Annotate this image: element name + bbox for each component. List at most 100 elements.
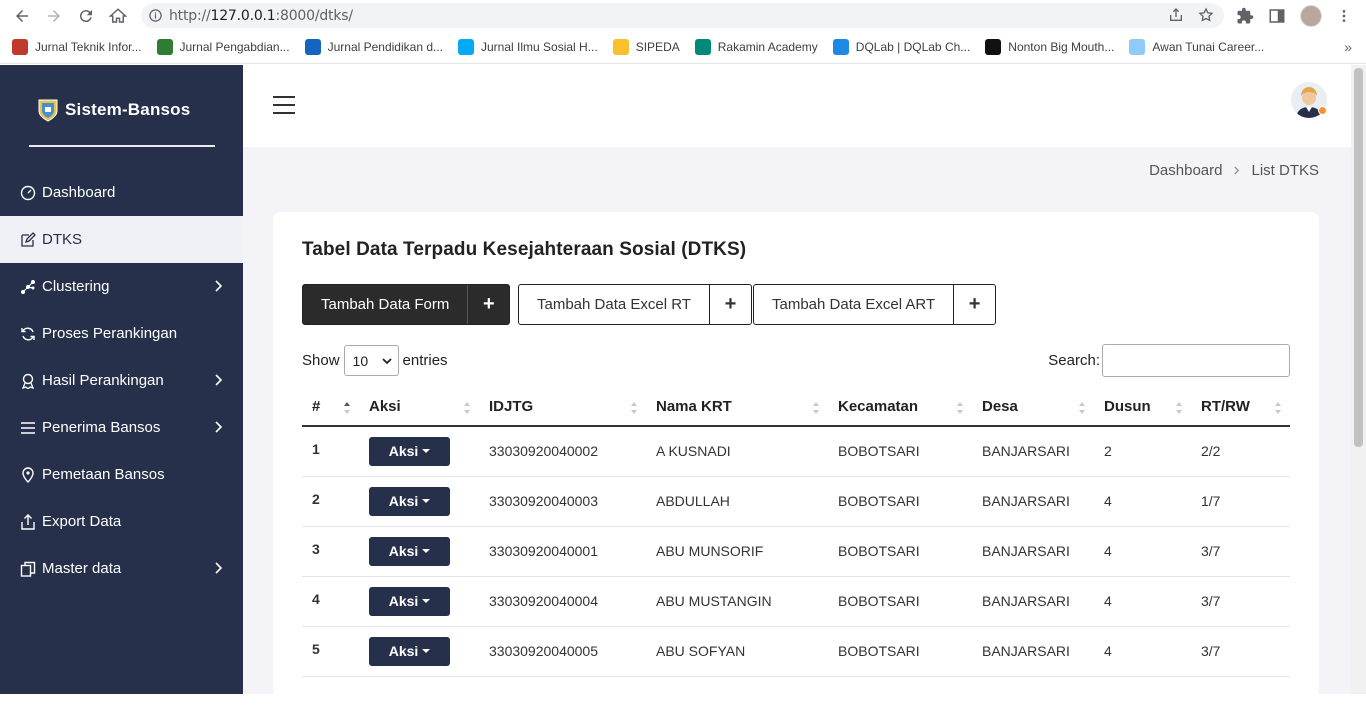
sort-icon[interactable] — [463, 401, 471, 415]
sort-icon[interactable] — [956, 401, 964, 415]
dtks-table: # Aksi IDJTG Nama KRT Kecamatan Desa Dusun RT/R… — [302, 388, 1290, 677]
sort-icon[interactable] — [1078, 401, 1086, 415]
address-bar[interactable]: http://127.0.0.1:8000/dtks/ — [141, 3, 1224, 28]
sidebar-item-clustering[interactable]: Clustering — [0, 263, 243, 310]
scrollbar-thumb[interactable] — [1354, 68, 1363, 447]
column-header[interactable]: Nama KRT — [646, 388, 828, 427]
add-excel-rt-button[interactable]: Tambah Data Excel RT + — [518, 284, 752, 325]
url-text: http://127.0.0.1:8000/dtks/ — [169, 7, 353, 24]
cell-idjtg: 33030920040001 — [479, 526, 646, 577]
sort-icon[interactable] — [1274, 401, 1282, 415]
table-body: 1 Aksi 33030920040002 A KUSNADI BOBOTSARI BAN… — [302, 426, 1290, 677]
aksi-label: Aksi — [388, 443, 419, 460]
caret-down-icon — [422, 649, 431, 653]
bookmark-item[interactable]: Jurnal Teknik Infor... — [12, 39, 142, 55]
aksi-dropdown-button[interactable]: Aksi — [369, 636, 450, 666]
breadcrumb-dashboard[interactable]: Dashboard — [1149, 162, 1222, 179]
home-button[interactable] — [102, 0, 134, 31]
table-row: 2 Aksi 33030920040003 ABDULLAH BOBOTSARI BANJ… — [302, 476, 1290, 527]
bookmark-item[interactable]: Jurnal Ilmu Sosial H... — [458, 39, 598, 55]
forward-button[interactable] — [38, 0, 70, 31]
column-header-label: # — [312, 398, 321, 415]
column-header[interactable]: RT/RW — [1191, 388, 1290, 427]
bookmark-item[interactable]: DQLab | DQLab Ch... — [832, 39, 970, 55]
cell-kecamatan: BOBOTSARI — [828, 476, 972, 527]
cell-dusun: 4 — [1094, 626, 1191, 677]
sidebar-item-label: Master data — [42, 560, 122, 577]
column-header-label: Nama KRT — [656, 398, 732, 415]
bookmark-label: Rakamin Academy — [717, 40, 818, 54]
aksi-dropdown-button[interactable]: Aksi — [369, 536, 450, 566]
bookmark-item[interactable]: SIPEDA — [612, 39, 680, 55]
column-header-label: Dusun — [1104, 398, 1151, 415]
bookmark-label: Jurnal Teknik Infor... — [35, 40, 142, 54]
bookmarks-overflow-icon[interactable]: » — [1344, 39, 1352, 55]
cell-rtrw: 3/7 — [1191, 626, 1290, 677]
star-icon[interactable] — [1198, 7, 1214, 23]
cell-nama: ABU MUSTANGIN — [646, 576, 828, 627]
aksi-dropdown-button[interactable]: Aksi — [369, 486, 450, 516]
aksi-dropdown-button[interactable]: Aksi — [369, 586, 450, 616]
dtks-card: Tabel Data Terpadu Kesejahteraan Sosial … — [273, 212, 1319, 712]
bookmark-item[interactable]: Jurnal Pendidikan d... — [304, 39, 443, 55]
action-cell: Aksi — [359, 576, 479, 627]
home-icon — [109, 7, 127, 23]
cell-kecamatan: BOBOTSARI — [828, 426, 972, 477]
column-header[interactable]: Desa — [972, 388, 1094, 427]
sidebar-item-dtks[interactable]: DTKS — [0, 216, 243, 263]
sidebar-item-dashboard[interactable]: Dashboard — [0, 169, 243, 216]
cell-dusun: 4 — [1094, 576, 1191, 627]
bookmark-item[interactable]: Rakamin Academy — [694, 39, 818, 55]
extensions-icon[interactable] — [1236, 7, 1254, 25]
column-header[interactable]: # — [302, 388, 359, 427]
column-header-label: Aksi — [369, 398, 401, 415]
cell-idjtg: 33030920040004 — [479, 576, 646, 627]
bookmark-label: Jurnal Ilmu Sosial H... — [481, 40, 598, 54]
sort-icon[interactable] — [812, 401, 820, 415]
add-excel-art-button[interactable]: Tambah Data Excel ART + — [753, 284, 997, 325]
brand[interactable]: Sistem-Bansos — [0, 65, 243, 145]
bookmark-label: Jurnal Pengabdian... — [179, 40, 290, 54]
favicon-icon — [612, 39, 629, 55]
reload-button[interactable] — [70, 0, 102, 31]
entries-select[interactable]: 10 — [343, 345, 399, 376]
sidebar-item-export-data[interactable]: Export Data — [0, 498, 243, 545]
cell-idjtg: 33030920040005 — [479, 626, 646, 677]
entries-control: Show 10 entries — [302, 345, 448, 376]
list-icon — [20, 420, 36, 436]
cell-dusun: 2 — [1094, 426, 1191, 477]
search-input[interactable] — [1102, 344, 1290, 377]
back-button[interactable] — [6, 0, 38, 31]
column-header[interactable]: Aksi — [359, 388, 479, 427]
sidebar-item-penerima-bansos[interactable]: Penerima Bansos — [0, 404, 243, 451]
column-header[interactable]: Dusun — [1094, 388, 1191, 427]
cell-desa: BANJARSARI — [972, 576, 1094, 627]
vertical-scrollbar[interactable] — [1351, 65, 1366, 694]
site-info-icon[interactable] — [141, 8, 169, 23]
sort-icon[interactable] — [343, 401, 351, 415]
add-excel-art-label: Tambah Data Excel ART — [772, 296, 936, 313]
sidebar-item-hasil-perankingan[interactable]: Hasil Perankingan — [0, 357, 243, 404]
app: Sistem-Bansos Dashboard DTKS Clustering Pro… — [0, 65, 1366, 712]
caret-down-icon — [422, 549, 431, 553]
column-header[interactable]: Kecamatan — [828, 388, 972, 427]
bookmark-item[interactable]: Nonton Big Mouth... — [985, 39, 1114, 55]
sidebar-item-proses-perankingan[interactable]: Proses Perankingan — [0, 310, 243, 357]
copy-icon — [20, 561, 36, 577]
share-icon[interactable] — [1168, 7, 1184, 23]
profile-avatar[interactable] — [1300, 4, 1322, 27]
column-header[interactable]: IDJTG — [479, 388, 646, 427]
aksi-dropdown-button[interactable]: Aksi — [369, 436, 450, 466]
add-form-button[interactable]: Tambah Data Form + — [302, 284, 511, 325]
hamburger-menu-icon[interactable] — [273, 96, 295, 114]
caret-down-icon — [422, 449, 431, 454]
sort-icon[interactable] — [1175, 401, 1183, 415]
sidebar-item-master-data[interactable]: Master data — [0, 545, 243, 592]
bookmark-item[interactable]: Jurnal Pengabdian... — [156, 39, 290, 55]
bookmark-item[interactable]: Awan Tunai Career... — [1129, 39, 1264, 55]
kebab-menu-icon[interactable] — [1336, 7, 1352, 25]
side-panel-icon[interactable] — [1268, 7, 1286, 25]
sidebar-item-pemetaan-bansos[interactable]: Pemetaan Bansos — [0, 451, 243, 498]
aksi-label: Aksi — [388, 493, 419, 509]
sort-icon[interactable] — [630, 401, 638, 415]
